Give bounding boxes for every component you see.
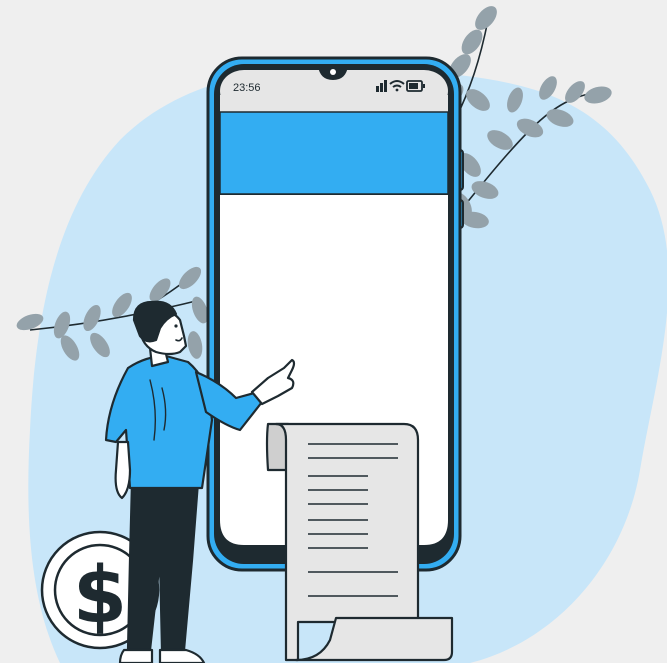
person-shoe bbox=[118, 648, 154, 663]
illustration-scene: 23:56 $ bbox=[16, 6, 667, 663]
person-hand bbox=[114, 440, 132, 500]
front-camera bbox=[330, 69, 336, 75]
status-time: 23:56 bbox=[233, 82, 261, 94]
coin-dollar-symbol: $ bbox=[73, 551, 127, 641]
app-header bbox=[219, 111, 449, 195]
